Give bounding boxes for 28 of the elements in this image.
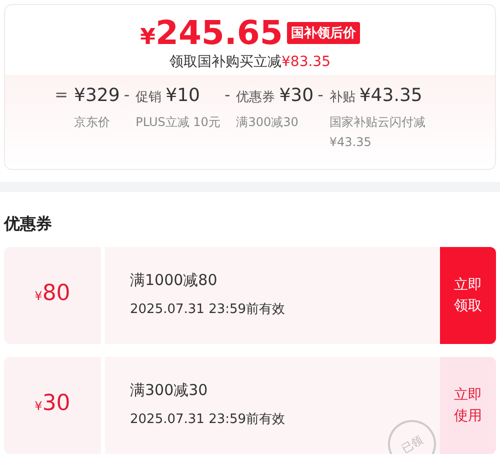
price-amount: ¥10 <box>166 85 200 106</box>
section-title: 优惠券 <box>4 214 53 235</box>
coupon-condition: 满300减30 <box>130 381 209 400</box>
claim-button[interactable]: 立即领取 <box>440 247 496 344</box>
operator-sign: - <box>318 85 324 106</box>
operator-sign: = <box>54 85 68 106</box>
operator-sign: - <box>224 85 230 106</box>
coupon-validity: 2025.07.31 23:59前有效 <box>130 411 286 428</box>
price-note: PLUS立减 10元 <box>136 114 220 131</box>
final-price: 245.65 <box>155 13 283 52</box>
price-badge: 国补领后价 <box>286 22 360 44</box>
price-note: 国家补贴云闪付减¥43.35 <box>329 114 426 151</box>
coupon-condition: 满1000减80 <box>130 271 218 290</box>
price-amount: ¥43.35 <box>359 85 422 106</box>
saving-text: 领取国补购买立减¥83.35 <box>170 53 330 71</box>
coupon-value: ¥30 <box>4 357 101 454</box>
price-note: 京东价 <box>74 114 112 131</box>
price-label: 优惠券 <box>236 89 276 106</box>
price-amount: ¥329 <box>74 85 120 106</box>
price-note: 满300减30 <box>236 114 300 131</box>
currency-sign: ¥ <box>140 25 156 50</box>
price-label: 补贴 <box>329 89 356 106</box>
coupon-validity: 2025.07.31 23:59前有效 <box>130 301 286 318</box>
price-amount: ¥30 <box>279 85 314 106</box>
coupon-value: ¥80 <box>4 247 101 344</box>
use-button[interactable]: 立即使用 <box>440 357 496 454</box>
operator-sign: - <box>124 85 130 106</box>
price-label: 促销 <box>136 89 162 106</box>
